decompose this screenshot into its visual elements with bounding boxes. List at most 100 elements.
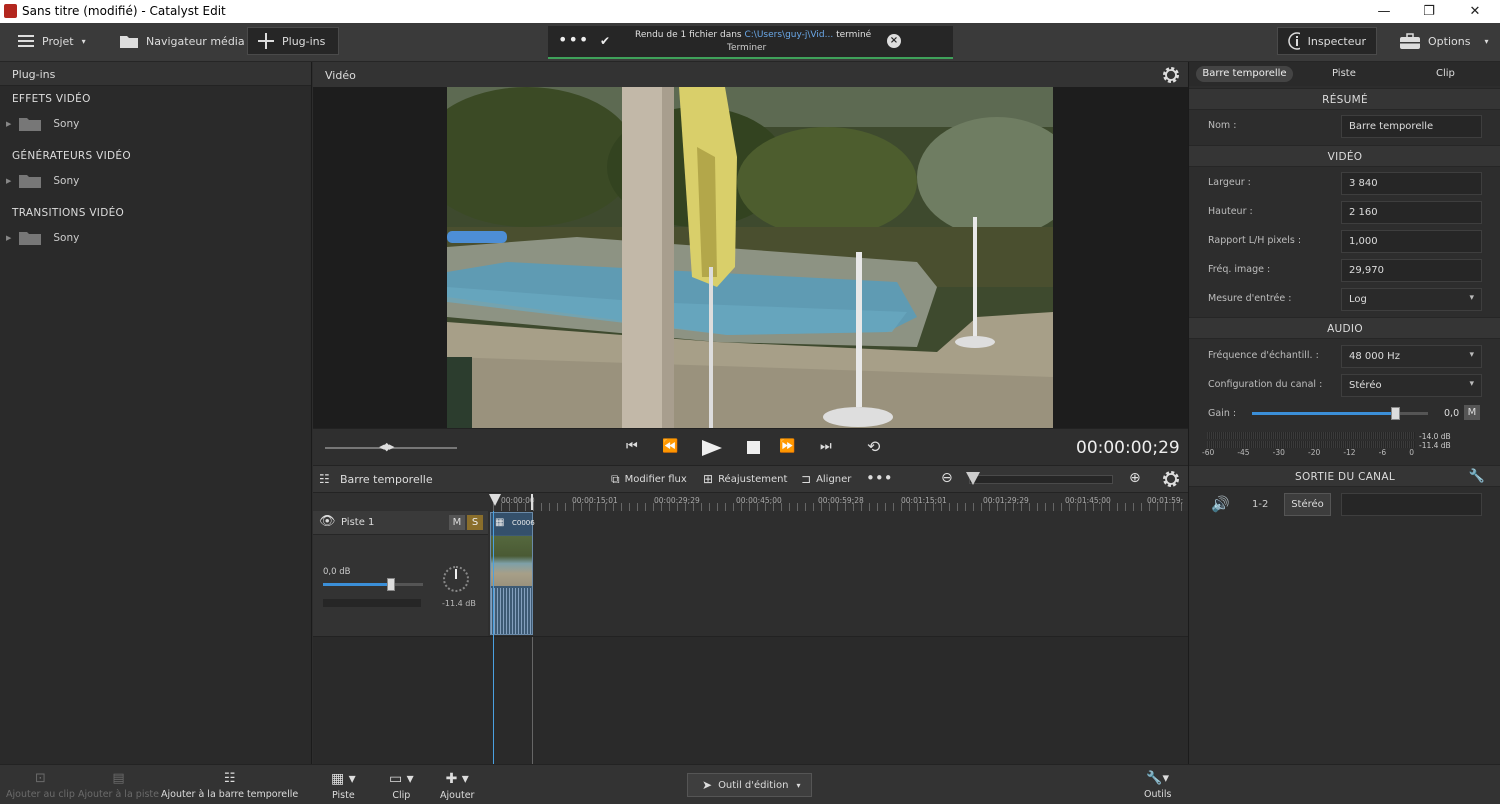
ruler-label: 00:01:59;: [1147, 496, 1184, 505]
track-lane[interactable]: ▦ C0006: [488, 511, 1188, 764]
section-resume: RÉSUMÉ: [1189, 88, 1500, 110]
options-button[interactable]: Options ▾: [1390, 27, 1498, 55]
folder-label: Sony: [53, 231, 80, 244]
gain-slider[interactable]: [1252, 412, 1428, 415]
go-to-end-icon[interactable]: ⏭: [820, 439, 832, 454]
projet-menu-button[interactable]: Projet ▾: [8, 27, 96, 55]
solo-button[interactable]: S: [467, 515, 483, 530]
shuttle-handle-icon[interactable]: ◂◆▸: [379, 440, 394, 453]
close-window-button[interactable]: ✕: [1460, 3, 1490, 20]
folder-item-sony-transitions[interactable]: ▶ Sony: [6, 230, 79, 245]
track-volume-handle[interactable]: [387, 578, 395, 591]
channel-label: 1-2: [1252, 499, 1269, 510]
folder-icon: [19, 232, 42, 245]
gear-icon[interactable]: [1161, 469, 1181, 489]
scale-label: -6: [1378, 448, 1387, 457]
ajouter-menu-button[interactable]: ✚ ▾ Ajouter: [440, 771, 474, 801]
clip[interactable]: ▦ C0006: [490, 512, 535, 635]
playhead-marker[interactable]: [489, 494, 501, 506]
pan-knob[interactable]: [443, 566, 469, 592]
gain-mute-button[interactable]: M: [1464, 405, 1480, 420]
config-canal-dropdown[interactable]: Stéréo: [1341, 374, 1482, 397]
media-browser-button[interactable]: Navigateur média: [110, 27, 255, 55]
sortie-canal-title: SORTIE DU CANAL: [1295, 471, 1395, 483]
timeline-title: Barre temporelle: [340, 473, 433, 486]
edit-tool-dropdown[interactable]: ➤ Outil d'édition ▾: [687, 773, 812, 797]
timecode-display: 00:00:00;29: [1076, 438, 1180, 458]
folder-item-sony-effets[interactable]: ▶ Sony: [6, 116, 79, 131]
ajouter-barre-temporelle-button[interactable]: ☷ Ajouter à la barre temporelle: [161, 771, 298, 800]
ajouter-clip-label: Ajouter au clip: [6, 789, 75, 800]
loop-icon[interactable]: ⟲: [867, 437, 880, 456]
clip-label: Clip: [392, 790, 411, 801]
scale-label: -45: [1237, 448, 1250, 457]
render-path-link[interactable]: C:\Users\guy-j\Vid...: [744, 30, 833, 40]
transport-bar: ◂◆▸ ⏮ ⏪ ⏩ ⏭ ⟲ 00:00:00;29: [313, 428, 1188, 465]
mute-button[interactable]: M: [449, 515, 465, 530]
mesure-dropdown[interactable]: Log: [1341, 288, 1482, 311]
chevron-down-icon: ▾: [796, 780, 801, 790]
ajouter-au-clip-button[interactable]: ⊡ Ajouter au clip: [6, 771, 75, 800]
add-to-clip-icon: ⊡: [34, 771, 46, 786]
gear-icon[interactable]: [1161, 65, 1181, 85]
timeline-ruler[interactable]: 00:00:00 00:00:15;01 00:00:29;29 00:00:4…: [313, 493, 1188, 511]
play-icon[interactable]: [700, 439, 724, 457]
step-back-icon[interactable]: ⏪: [662, 439, 678, 454]
zoom-in-icon[interactable]: ⊕: [1129, 470, 1141, 486]
close-notification-icon[interactable]: ×: [887, 34, 901, 48]
title-bar: Sans titre (modifié) - Catalyst Edit — ❐…: [0, 0, 1500, 23]
reajustement-label: Réajustement: [718, 473, 788, 485]
eye-icon[interactable]: 👁: [319, 514, 336, 529]
more-icon[interactable]: •••: [866, 469, 893, 487]
piste-menu-button[interactable]: ▦ ▾ Piste: [331, 771, 356, 801]
speaker-icon[interactable]: 🔊: [1211, 495, 1230, 513]
plugins-button[interactable]: Plug-ins: [247, 27, 339, 55]
track-name[interactable]: Piste 1: [341, 517, 374, 528]
tab-piste[interactable]: Piste: [1332, 68, 1356, 79]
zoom-slider-handle[interactable]: [966, 472, 980, 485]
reajustement-button[interactable]: ⊞ Réajustement: [703, 472, 787, 486]
stop-icon[interactable]: [747, 441, 760, 454]
go-to-start-icon[interactable]: ⏮: [626, 439, 638, 454]
maximize-button[interactable]: ❐: [1414, 3, 1444, 20]
aligner-button[interactable]: ⊐ Aligner: [801, 472, 851, 486]
gain-slider-handle[interactable]: [1390, 407, 1400, 420]
track-volume-value: 0,0 dB: [323, 567, 351, 577]
tab-clip[interactable]: Clip: [1436, 68, 1455, 79]
wrench-icon[interactable]: 🔧: [1469, 469, 1486, 484]
rapport-label: Rapport L/H pixels :: [1208, 235, 1302, 246]
render-finish-label[interactable]: Terminer: [727, 43, 766, 53]
chevron-down-icon: ▾: [81, 36, 86, 46]
modifier-flux-button[interactable]: ⧉ Modifier flux: [611, 472, 687, 487]
hauteur-label: Hauteur :: [1208, 206, 1253, 217]
options-label: Options: [1428, 34, 1471, 48]
hauteur-field[interactable]: 2 160: [1341, 201, 1482, 224]
largeur-field[interactable]: 3 840: [1341, 172, 1482, 195]
freq-image-field[interactable]: 29,970: [1341, 259, 1482, 282]
step-forward-icon[interactable]: ⏩: [779, 439, 795, 454]
outils-menu-button[interactable]: 🔧▾ Outils: [1144, 771, 1171, 800]
clip-menu-button[interactable]: ▭ ▾ Clip: [389, 771, 414, 801]
more-icon[interactable]: •••: [558, 30, 589, 49]
rapport-field[interactable]: 1,000: [1341, 230, 1482, 253]
section-audio: AUDIO: [1189, 317, 1500, 339]
stereo-button[interactable]: Stéréo: [1284, 493, 1331, 516]
timeline-empty-area[interactable]: [313, 637, 1188, 764]
out-point-marker[interactable]: [531, 494, 533, 510]
freq-image-label: Fréq. image :: [1208, 264, 1271, 275]
ajouter-a-la-piste-button[interactable]: ▤ Ajouter à la piste: [78, 771, 159, 800]
zoom-slider[interactable]: [969, 475, 1113, 484]
inspector-button[interactable]: Inspecteur: [1277, 27, 1377, 55]
folder-item-sony-generateurs[interactable]: ▶ Sony: [6, 173, 79, 188]
nom-field[interactable]: Barre temporelle: [1341, 115, 1482, 138]
track-volume-slider[interactable]: [323, 583, 423, 586]
tab-barre-temporelle[interactable]: Barre temporelle: [1196, 66, 1293, 82]
meter-top-value: -14.0 dB: [1419, 432, 1451, 441]
scale-label: -20: [1307, 448, 1321, 457]
freq-echantillon-label: Fréquence d'échantill. :: [1208, 350, 1319, 361]
minimize-button[interactable]: —: [1369, 3, 1399, 20]
zoom-out-icon[interactable]: ⊖: [941, 470, 953, 486]
freq-echantillon-dropdown[interactable]: 48 000 Hz: [1341, 345, 1482, 368]
output-device-field[interactable]: [1341, 493, 1482, 516]
clip-icon: ▭ ▾: [389, 771, 414, 787]
